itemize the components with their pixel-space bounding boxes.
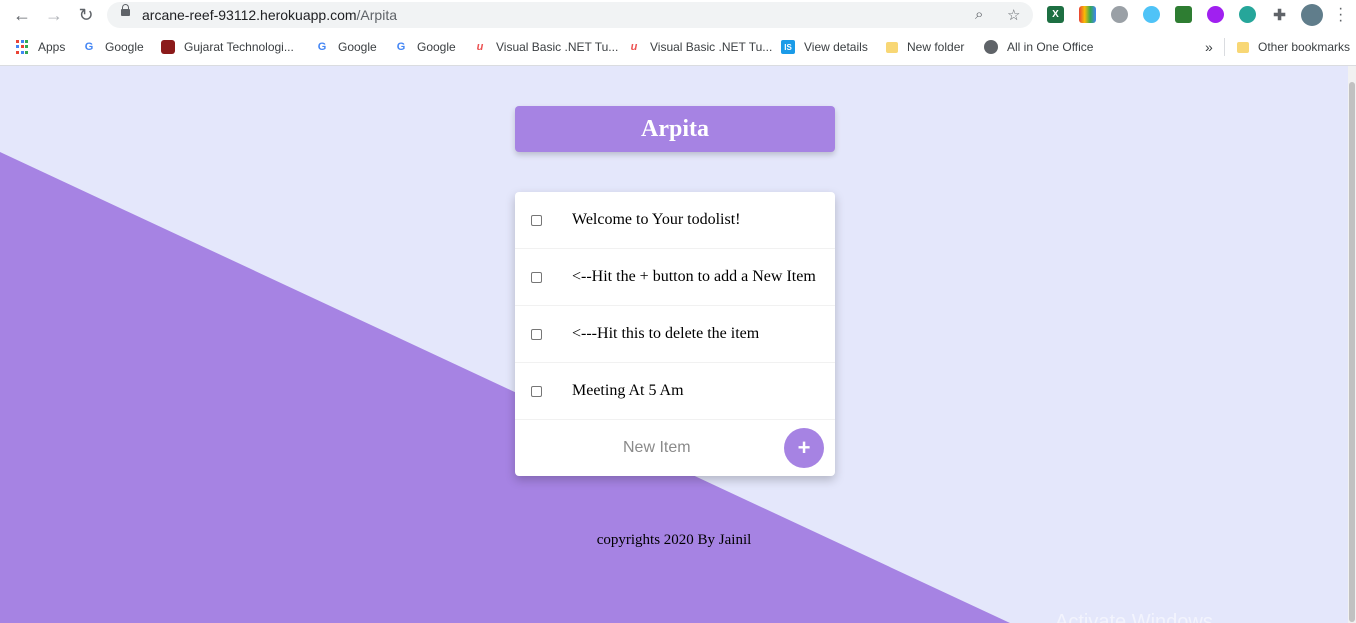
bookmark-vb-net[interactable]: u Visual Basic .NET Tu... — [627, 39, 773, 55]
item-checkbox[interactable] — [531, 271, 542, 283]
todo-item: Welcome to Your todolist! — [515, 192, 835, 249]
bug-extension-icon[interactable] — [1111, 6, 1128, 23]
star-icon[interactable]: ☆ — [1007, 6, 1020, 24]
purple-extension-icon[interactable] — [1207, 6, 1224, 23]
page-scrollbar[interactable] — [1348, 66, 1356, 623]
item-text: Welcome to Your todolist! — [572, 211, 741, 228]
bookmark-gtu[interactable]: Gujarat Technologi... — [161, 39, 294, 55]
color-extension-icon[interactable] — [1079, 6, 1096, 23]
browser-toolbar: ← → ↻ arcane-reef-93112.herokuapp.com/Ar… — [0, 0, 1356, 31]
bookmark-view-details[interactable]: IS View details — [781, 39, 868, 55]
item-checkbox[interactable] — [531, 385, 542, 397]
gtu-icon — [161, 40, 175, 54]
udemy-icon: u — [630, 41, 638, 53]
google-icon: G — [317, 41, 327, 53]
bookmark-vb-net[interactable]: u Visual Basic .NET Tu... — [473, 39, 619, 55]
item-text: <--Hit the + button to add a New Item — [572, 268, 816, 285]
bookmark-google[interactable]: G Google — [315, 39, 377, 55]
browser-chrome: ← → ↻ arcane-reef-93112.herokuapp.com/Ar… — [0, 0, 1356, 66]
item-text: Meeting At 5 Am — [572, 382, 684, 399]
tree-extension-icon[interactable] — [1175, 6, 1192, 23]
list-title-box: Arpita — [515, 106, 835, 152]
todo-item: <---Hit this to delete the item — [515, 306, 835, 363]
url-text[interactable]: arcane-reef-93112.herokuapp.com/Arpita — [142, 7, 397, 23]
is-icon: IS — [781, 40, 795, 54]
folder-icon — [886, 41, 898, 53]
bookmarks-divider — [1224, 38, 1225, 56]
bookmark-new-folder[interactable]: New folder — [886, 39, 964, 55]
bookmarks-bar: Apps G Google Gujarat Technologi... G Go… — [0, 35, 1356, 59]
list-title: Arpita — [641, 115, 709, 142]
activate-windows-watermark: Activate Windows — [1055, 611, 1213, 623]
avatar[interactable] — [1301, 4, 1323, 26]
lock-icon[interactable] — [121, 4, 130, 16]
new-item-row: + — [515, 420, 835, 476]
address-bar[interactable]: arcane-reef-93112.herokuapp.com/Arpita ⌕… — [107, 2, 1033, 28]
bookmark-all-in-one-office[interactable]: All in One Office — [984, 39, 1093, 55]
footer-copyright: copyrights 2020 By Jainil — [596, 532, 752, 548]
light-extension-icon[interactable] — [1143, 6, 1160, 23]
item-checkbox[interactable] — [531, 214, 542, 226]
excel-extension-icon[interactable]: X — [1047, 6, 1064, 23]
new-item-input[interactable] — [603, 436, 803, 460]
todo-card: Welcome to Your todolist! <--Hit the + b… — [515, 192, 835, 476]
todo-item: <--Hit the + button to add a New Item — [515, 249, 835, 306]
bookmarks-overflow-button[interactable]: » — [1205, 39, 1213, 55]
back-arrow-icon[interactable]: ← — [10, 3, 34, 27]
page-content: Arpita Welcome to Your todolist! <--Hit … — [0, 66, 1348, 623]
item-checkbox[interactable] — [531, 328, 542, 340]
bookmark-google[interactable]: G Google — [82, 39, 144, 55]
bookmark-apps[interactable]: Apps — [15, 39, 65, 55]
zoom-icon[interactable]: ⌕ — [975, 6, 983, 23]
add-item-button[interactable]: + — [784, 428, 824, 468]
forward-arrow-icon[interactable]: → — [42, 3, 66, 27]
bookmark-other-bookmarks[interactable]: Other bookmarks — [1237, 39, 1350, 55]
menu-dots-icon[interactable]: · · · — [1338, 1, 1343, 29]
google-icon: G — [84, 41, 94, 53]
google-icon: G — [396, 41, 406, 53]
todo-item: Meeting At 5 Am — [515, 363, 835, 420]
bookmark-google[interactable]: G Google — [394, 39, 456, 55]
reload-icon[interactable]: ↻ — [74, 3, 98, 27]
udemy-icon: u — [476, 41, 484, 53]
globe-icon — [984, 40, 998, 54]
puzzle-icon[interactable]: ✚ — [1271, 6, 1288, 24]
apps-icon — [15, 40, 29, 54]
robot-extension-icon[interactable] — [1239, 6, 1256, 23]
item-text: <---Hit this to delete the item — [572, 325, 760, 342]
folder-icon — [1237, 41, 1249, 53]
scrollbar-thumb[interactable] — [1349, 82, 1355, 622]
